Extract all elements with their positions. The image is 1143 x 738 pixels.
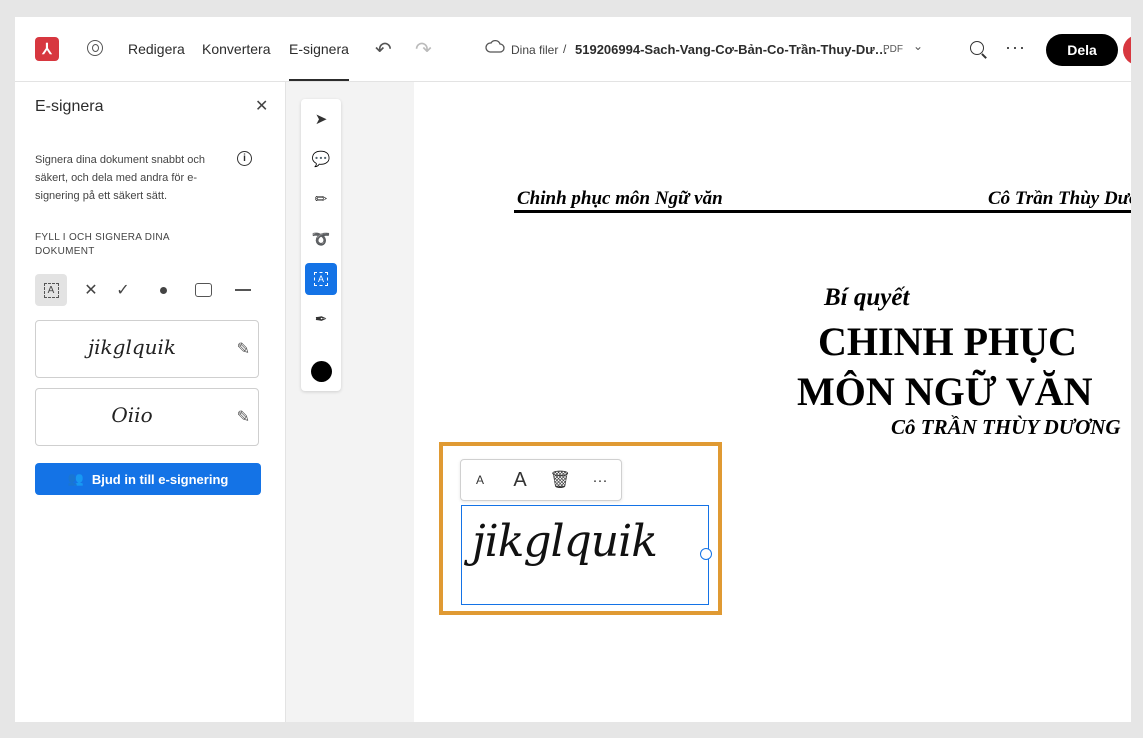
checkmark-tool[interactable]: ✓ [107,274,139,306]
header-rule [514,210,1131,213]
text-box-icon: A [314,272,328,286]
file-name[interactable]: 519206994-Sach-Vang-Cơ-Bản-Co-Trần-Thuy-… [575,42,888,57]
doc-header-left: Chinh phục môn Ngữ văn [517,188,723,209]
chevron-down-icon[interactable]: ⌄ [913,39,923,53]
select-tool[interactable]: ➤ [305,103,337,135]
nav-e-signera[interactable]: E-signera [289,41,349,81]
document-canvas: Chinh phục môn Ngữ văn Cô Trần Thùy Dươn… [286,82,1131,722]
cross-icon: ✕ [84,282,98,299]
acrobat-logo-icon[interactable]: ⅄ [35,37,59,61]
close-icon[interactable]: ✕ [255,96,268,116]
top-bar: ⅄ Redigera Konvertera E-signera ↶ ↷ Dina… [15,17,1131,82]
annotation-toolbar: ➤ 💬 ✏ ➰ A ✒ [301,99,341,391]
signature-text: jikglquik [87,335,177,359]
users-icon: 👥 [67,471,84,486]
sign-tool[interactable]: ✒ [305,303,337,335]
text-box-tool[interactable]: A [305,263,337,295]
highlight-tool[interactable]: ✏ [305,183,337,215]
draw-tool[interactable]: ➰ [305,223,337,255]
doc-subtitle: Bí quyết [824,284,910,311]
nav-redigera[interactable]: Redigera [128,41,185,57]
panel-title: E-signera [35,98,104,115]
comment-tool[interactable]: 💬 [305,143,337,175]
signature-field[interactable]: jikglquik [461,505,709,605]
trash-icon[interactable]: 🗑 [541,460,579,500]
share-button[interactable]: Dela [1046,34,1118,66]
rectangle-tool[interactable] [187,274,219,306]
section-label: FYLL I OCH SIGNERA DINA DOKUMENT [35,232,170,257]
highlighter-icon: ✏ [314,191,328,208]
doc-header-right: Cô Trần Thùy Dương [988,188,1131,209]
saved-signature-2[interactable]: Oiio ✎ [35,388,259,446]
fill-sign-toolbar: A ✕ ✓ [35,274,265,306]
nav-konvertera[interactable]: Konvertera [202,41,270,57]
signature-text: jikglquik [472,516,658,567]
e-sign-panel: E-signera ✕ Signera dina dokument snabbt… [15,82,286,722]
line-icon [235,289,251,291]
more-options-icon[interactable]: ··· [1005,37,1026,58]
ai-assistant-icon[interactable] [87,40,103,56]
saved-signature-1[interactable]: jikglquik ✎ [35,320,259,378]
cursor-icon: ➤ [314,111,328,128]
breadcrumb-dina-filer[interactable]: Dina filer [511,43,558,57]
undo-icon[interactable]: ↶ [375,37,392,62]
dot-tool[interactable] [147,274,179,306]
increase-size-button[interactable]: A [501,460,539,500]
decrease-size-button[interactable]: A [461,460,499,500]
cross-tool[interactable]: ✕ [75,274,107,306]
initials-text: Oiio [111,403,153,427]
doc-title-line-2: MÔN NGỮ VĂN [797,369,1093,414]
invite-esign-button[interactable]: 👥 Bjud in till e-signering [35,463,261,495]
redo-icon[interactable]: ↷ [415,37,432,62]
resize-handle[interactable] [700,548,712,560]
lasso-icon: ➰ [311,231,331,248]
text-box-icon: A [43,282,59,298]
comment-icon: 💬 [311,151,331,168]
invite-label: Bjud in till e-signering [91,471,229,487]
file-type-label: PDF [883,44,903,55]
doc-title-line-1: CHINH PHỤC [818,319,1077,364]
pencil-icon[interactable]: ✎ [237,407,250,427]
pdf-page[interactable]: Chinh phục môn Ngữ văn Cô Trần Thùy Dươn… [414,82,1131,722]
app-window: ⅄ Redigera Konvertera E-signera ↶ ↷ Dina… [15,17,1131,722]
info-icon[interactable]: i [237,151,252,166]
more-options-button[interactable]: ··· [581,460,619,500]
color-picker[interactable] [311,361,332,382]
breadcrumb-separator: / [563,42,567,56]
pencil-icon[interactable]: ✎ [237,339,250,359]
line-tool[interactable] [227,274,259,306]
signature-toolbar: A A 🗑 ··· [460,459,622,501]
cloud-icon [485,39,505,53]
pen-icon: ✒ [314,311,328,328]
add-text-tool[interactable]: A [35,274,67,306]
search-icon[interactable] [970,41,984,55]
dot-icon [159,286,167,294]
doc-author: Cô TRẦN THÙY DƯƠNG [891,415,1121,439]
rectangle-icon [194,283,212,297]
checkmark-icon: ✓ [116,282,130,299]
panel-description: Signera dina dokument snabbt och säkert,… [35,154,206,202]
